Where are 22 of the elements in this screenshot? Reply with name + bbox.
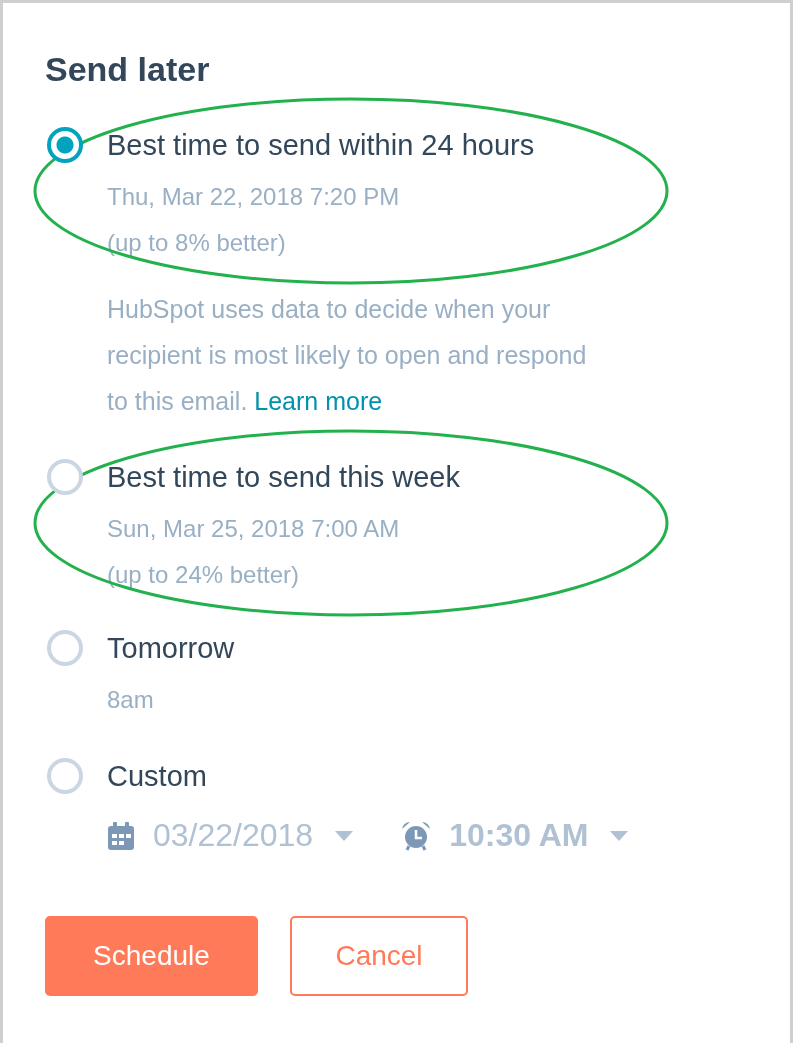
schedule-button[interactable]: Schedule [45, 916, 258, 996]
radio-button[interactable] [47, 459, 83, 495]
description-text: HubSpot uses data to decide when your recipient is most likely to open and respond to this email. Learn more [107, 294, 588, 417]
option-label[interactable]: Tomorrow [107, 631, 235, 665]
alarm-clock-icon [401, 820, 432, 851]
radio-button[interactable] [47, 758, 83, 794]
option-detail: (up to 8% better) [107, 228, 286, 258]
option-label[interactable]: Best time to send this week [107, 460, 460, 494]
option-label[interactable]: Custom [107, 759, 207, 793]
radio-button[interactable] [47, 127, 83, 163]
option-detail: (up to 24% better) [107, 560, 300, 590]
learn-more-link[interactable]: Learn more [254, 387, 383, 415]
option-detail: Thu, Mar 22, 2018 7:20 PM [107, 182, 400, 212]
option-detail: 8am [107, 685, 154, 715]
caret-icon [335, 830, 354, 841]
cancel-button[interactable]: Cancel [290, 916, 468, 996]
caret-icon [610, 830, 629, 841]
option-detail: Sun, Mar 25, 2018 7:00 AM [107, 514, 400, 544]
option-label[interactable]: Best time to send within 24 hours [107, 128, 535, 162]
dialog-title: Send later [45, 49, 210, 90]
radio-button[interactable] [47, 630, 83, 666]
calendar-icon [107, 820, 135, 851]
